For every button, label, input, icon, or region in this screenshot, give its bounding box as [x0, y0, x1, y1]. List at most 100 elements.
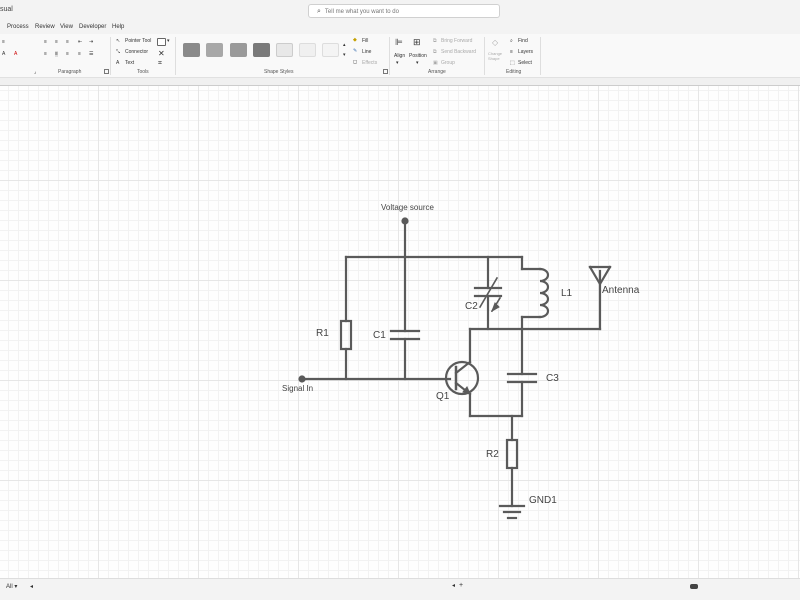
scroll-left-icon[interactable]: ◂ — [452, 582, 455, 589]
app-title: sual — [0, 6, 13, 13]
group-arrange-label: Arrange — [428, 69, 446, 75]
font-color-icon[interactable]: A — [14, 51, 17, 57]
title-bar: sual ⌕ Tell me what you want to do — [0, 0, 800, 22]
increase-indent-icon[interactable]: ⇥ — [89, 39, 93, 45]
close-icon[interactable]: ✕ — [158, 49, 165, 58]
page-selector[interactable]: All ▾ — [6, 583, 17, 590]
group-button[interactable]: Group — [441, 60, 455, 66]
chevron-down-icon[interactable]: ▾ — [416, 60, 419, 66]
select-icon[interactable]: ⬚ — [510, 60, 515, 66]
capacitor-c1[interactable] — [389, 329, 421, 341]
label-q1: Q1 — [436, 391, 450, 402]
connection-point-icon[interactable]: ⌗ — [158, 60, 162, 68]
inductor-l1[interactable] — [538, 267, 550, 319]
shape-style-swatch[interactable] — [253, 43, 270, 57]
effects-button[interactable]: Effects — [362, 60, 377, 66]
styles-scroll-up-icon[interactable]: ▴ — [343, 42, 346, 48]
list-icon[interactable]: ≡ — [2, 39, 5, 45]
shape-style-swatch[interactable] — [322, 43, 339, 57]
rectangle-icon[interactable] — [157, 38, 166, 46]
ground-symbol[interactable] — [498, 504, 526, 520]
align-bottom-icon[interactable]: ≡ — [66, 39, 69, 45]
shape-style-swatch[interactable] — [230, 43, 247, 57]
connector-icon[interactable]: ⤡ — [116, 49, 120, 55]
text-tool-button[interactable]: Text — [125, 60, 134, 66]
bring-forward-icon[interactable]: ⧉ — [433, 38, 437, 44]
layers-button[interactable]: Layers — [518, 49, 533, 55]
find-button[interactable]: Find — [518, 38, 528, 44]
select-button[interactable]: Select — [518, 60, 532, 66]
resistor-r1[interactable] — [339, 319, 353, 351]
effects-icon[interactable]: ◻ — [353, 59, 357, 65]
separator — [389, 37, 390, 75]
scroll-left-icon[interactable]: ◂ — [30, 583, 33, 590]
chevron-down-icon[interactable]: ▾ — [167, 38, 170, 44]
connector-button[interactable]: Connector — [125, 49, 148, 55]
bring-forward-button[interactable]: Bring Forward — [441, 38, 472, 44]
menu-help[interactable]: Help — [112, 24, 124, 30]
search-placeholder: Tell me what you want to do — [324, 9, 399, 15]
status-bar: All ▾ ◂ ◂ + — [0, 578, 800, 600]
paragraph-launcher-icon[interactable] — [104, 69, 109, 74]
align-right-icon[interactable]: ≡ — [66, 51, 69, 57]
find-icon[interactable]: ⌕ — [510, 38, 513, 44]
separator — [540, 37, 541, 75]
fill-icon[interactable]: ◆ — [353, 37, 357, 43]
line-button[interactable]: Line — [362, 49, 371, 55]
chevron-down-icon[interactable]: ▾ — [396, 60, 399, 66]
change-shape-icon[interactable]: ◇ — [492, 38, 498, 47]
shape-styles-launcher-icon[interactable] — [383, 69, 388, 74]
label-r1: R1 — [316, 328, 329, 339]
shape-style-swatch[interactable] — [206, 43, 223, 57]
ribbon: ≡ A A ≡ ≡ ≡ ⇤ ⇥ ≡ ≡ ≡ ≡ ☰ Paragraph ⌟ ↖ … — [0, 34, 800, 78]
group-shape-styles-label: Shape Styles — [264, 69, 294, 75]
decrease-font-icon[interactable]: A — [2, 51, 5, 57]
align-button[interactable]: Align — [394, 53, 405, 59]
shape-style-swatch[interactable] — [183, 43, 200, 57]
shape-style-swatch[interactable] — [299, 43, 316, 57]
resistor-r2[interactable] — [505, 438, 519, 470]
menu-developer[interactable]: Developer — [79, 24, 106, 30]
drawing-canvas[interactable]: Voltage source R1 C1 C2 L1 Antenna C3 Si… — [0, 86, 800, 578]
capacitor-c3[interactable] — [506, 372, 538, 384]
label-voltage-source: Voltage source — [381, 203, 434, 212]
menu-view[interactable]: View — [60, 24, 73, 30]
search-input[interactable]: ⌕ Tell me what you want to do — [308, 4, 500, 18]
decrease-indent-icon[interactable]: ⇤ — [78, 39, 82, 45]
pointer-tool-button[interactable]: Pointer Tool — [125, 38, 151, 44]
page-selector-label: All — [6, 584, 13, 590]
align-icon[interactable]: ⊫ — [395, 37, 403, 48]
align-center-icon[interactable]: ≡ — [55, 51, 58, 57]
separator — [484, 37, 485, 75]
position-icon[interactable]: ⊞ — [413, 37, 421, 48]
text-tool-icon[interactable]: A — [116, 60, 119, 66]
group-icon[interactable]: ▣ — [433, 60, 438, 66]
scrollbar-thumb[interactable] — [690, 584, 698, 589]
position-button[interactable]: Position — [409, 53, 427, 59]
styles-more-icon[interactable]: ▾ — [343, 52, 346, 58]
send-backward-button[interactable]: Send Backward — [441, 49, 476, 55]
horizontal-scrollbar[interactable] — [458, 583, 800, 590]
fill-button[interactable]: Fill — [362, 38, 368, 44]
align-top-icon[interactable]: ≡ — [44, 39, 47, 45]
separator — [110, 37, 111, 75]
shape-style-swatch[interactable] — [276, 43, 293, 57]
justify-icon[interactable]: ≡ — [78, 51, 81, 57]
change-shape-button[interactable]: Change Shape — [488, 51, 508, 61]
align-middle-icon[interactable]: ≡ — [55, 39, 58, 45]
menu-process[interactable]: Process — [7, 24, 29, 30]
pointer-tool-icon[interactable]: ↖ — [116, 38, 120, 44]
group-tools-label: Tools — [137, 69, 149, 75]
menu-review[interactable]: Review — [35, 24, 55, 30]
horizontal-ruler[interactable] — [0, 78, 800, 86]
layers-icon[interactable]: ≡ — [510, 49, 513, 55]
label-antenna: Antenna — [602, 285, 640, 296]
send-backward-icon[interactable]: ⧉ — [433, 49, 437, 55]
font-launcher-icon[interactable]: ⌟ — [34, 69, 36, 75]
voltage-source-terminal[interactable] — [401, 217, 409, 259]
label-signal-in: Signal In — [282, 384, 313, 393]
bullets-icon[interactable]: ☰ — [89, 51, 93, 57]
line-icon[interactable]: ✎ — [353, 48, 357, 54]
group-paragraph-label: Paragraph — [58, 69, 82, 75]
align-left-icon[interactable]: ≡ — [44, 51, 47, 57]
